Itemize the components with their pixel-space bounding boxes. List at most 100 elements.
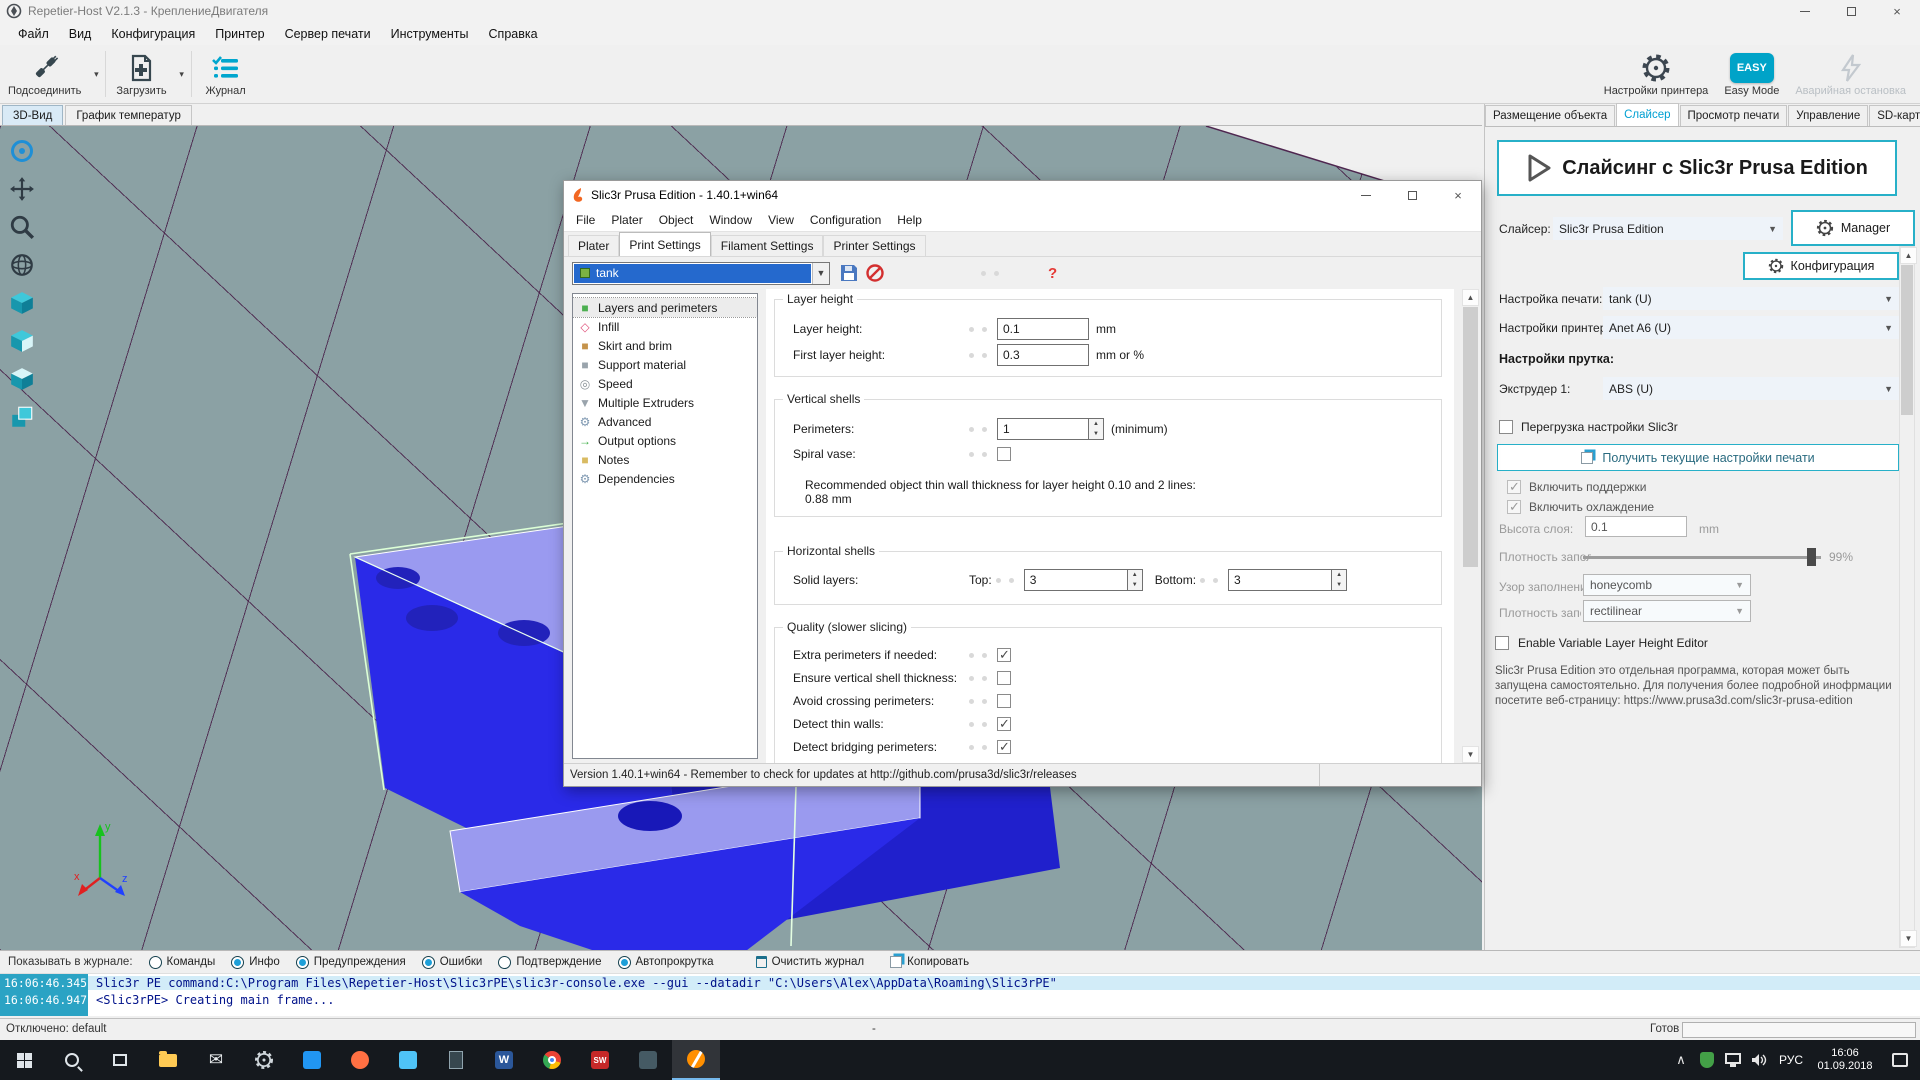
override-slic3r-checkbox[interactable] [1499,420,1513,434]
tab-print-preview[interactable]: Просмотр печати [1680,105,1788,126]
tree-item-extruders[interactable]: ▼Multiple Extruders [573,393,757,412]
dialog-tab-printer-settings[interactable]: Printer Settings [823,235,925,256]
task-view-button[interactable] [96,1040,144,1080]
top-view-button[interactable] [4,362,40,396]
antivirus-icon[interactable] [1694,1052,1720,1068]
dialog-minimize-button[interactable] [1343,184,1389,206]
connect-button[interactable]: Подсоединить [0,45,89,103]
scroll-down-icon[interactable]: ▼ [1462,746,1479,763]
fetch-print-settings-button[interactable]: Получить текущие настройки печати [1497,444,1899,471]
emergency-stop-button[interactable]: Аварийная остановка [1787,45,1914,103]
ensure-vertical-shell-checkbox[interactable] [997,671,1011,685]
tree-item-speed[interactable]: ◎Speed [573,374,757,393]
toggle-warnings[interactable]: Предупреждения [296,956,406,969]
tab-sd-card[interactable]: SD-карта [1869,105,1920,126]
scroll-down-icon[interactable]: ▼ [1900,930,1917,947]
enable-cooling-checkbox[interactable] [1507,500,1521,514]
dialog-tab-plater[interactable]: Plater [568,235,619,256]
solid-bottom-spinner[interactable]: ▲▼ [1332,569,1347,591]
dialog-tab-filament-settings[interactable]: Filament Settings [711,235,824,256]
dialog-menu-view[interactable]: View [760,213,802,227]
slicer-config-button[interactable]: Конфигурация [1743,252,1899,280]
dialog-menu-plater[interactable]: Plater [603,213,650,227]
zoom-button[interactable] [4,210,40,244]
menu-printer[interactable]: Принтер [205,22,274,45]
menu-file[interactable]: Файл [8,22,59,45]
detect-bridging-checkbox[interactable] [997,740,1011,754]
tray-expand-icon[interactable]: ∧ [1668,1052,1694,1068]
solid-bottom-field[interactable]: 3 [1228,569,1332,591]
infill-pattern-select[interactable]: honeycomb▼ [1583,574,1751,596]
tree-item-support[interactable]: ■Support material [573,355,757,374]
tree-item-output[interactable]: →Output options [573,431,757,450]
clock[interactable]: 16:06 01.09.2018 [1810,1047,1880,1073]
print-setting-select[interactable]: tank (U)▼ [1603,287,1899,310]
clear-log-button[interactable]: Очистить журнал [756,956,865,968]
log-console[interactable]: 16:06:46.345 Slic3r PE command:C:\Progra… [0,973,1920,1016]
center-model-button[interactable] [4,134,40,168]
menu-print-server[interactable]: Сервер печати [275,22,381,45]
file-explorer-button[interactable] [144,1040,192,1080]
scrollbar-thumb[interactable] [1463,307,1478,567]
menu-config[interactable]: Конфигурация [101,22,205,45]
toggle-errors[interactable]: Ошибки [422,956,483,969]
solidworks-button[interactable]: SW [576,1040,624,1080]
dialog-menu-help[interactable]: Help [889,213,930,227]
notification-center-icon[interactable] [1880,1053,1920,1067]
help-question-icon[interactable]: ? [1048,265,1057,282]
dialog-titlebar[interactable]: Slic3r Prusa Edition - 1.40.1+win64 × [564,181,1481,209]
dialog-menu-configuration[interactable]: Configuration [802,213,889,227]
solid-top-spinner[interactable]: ▲▼ [1128,569,1143,591]
move-view-button[interactable] [4,172,40,206]
tree-item-dependencies[interactable]: ⚙Dependencies [573,469,757,488]
first-layer-height-field[interactable]: 0.3 [997,344,1089,366]
tree-item-notes[interactable]: ■Notes [573,450,757,469]
settings-button[interactable] [240,1040,288,1080]
chrome-button[interactable] [528,1040,576,1080]
app-dark-button[interactable] [624,1040,672,1080]
load-dropdown[interactable]: ▾ [175,45,189,103]
app-lightblue-button[interactable] [384,1040,432,1080]
dialog-scrollbar[interactable]: ▲ ▼ [1462,289,1479,763]
preset-select[interactable]: tank ▼ [572,262,830,285]
object-list-button[interactable] [4,400,40,434]
load-button[interactable]: Загрузить [108,45,174,103]
search-button[interactable] [48,1040,96,1080]
printer-setting-select[interactable]: Anet A6 (U)▼ [1603,316,1899,339]
save-preset-icon[interactable] [840,264,858,282]
tree-item-advanced[interactable]: ⚙Advanced [573,412,757,431]
toggle-ack[interactable]: Подтверждение [498,956,601,969]
slicer-manager-button[interactable]: Manager [1791,210,1915,246]
toggle-info[interactable]: Инфо [231,956,279,969]
scroll-up-icon[interactable]: ▲ [1462,289,1479,306]
repetier-host-button[interactable] [672,1040,720,1080]
tab-object-placement[interactable]: Размещение объекта [1485,105,1615,126]
minimize-button[interactable] [1782,0,1828,22]
iso-view-button[interactable] [4,286,40,320]
front-view-button[interactable] [4,324,40,358]
extra-perimeters-checkbox[interactable] [997,648,1011,662]
infill-density-slider[interactable] [1583,556,1821,559]
tab-manual-control[interactable]: Управление [1788,105,1868,126]
slicer-select[interactable]: Slic3r Prusa Edition▼ [1553,217,1783,240]
network-icon[interactable] [1720,1056,1746,1064]
scrollbar-thumb[interactable] [1901,265,1913,415]
sidebar-scrollbar[interactable]: ▲ ▼ [1899,246,1915,948]
layer-height-input[interactable]: 0.1 [1585,516,1687,537]
dialog-menu-object[interactable]: Object [651,213,702,227]
easy-mode-button[interactable]: EASY Easy Mode [1716,45,1787,103]
spiral-vase-checkbox[interactable] [997,447,1011,461]
perimeters-spinner[interactable]: ▲▼ [1089,418,1104,440]
app-orange-button[interactable] [336,1040,384,1080]
tab-temp-graph[interactable]: График температур [65,105,192,125]
dialog-menu-file[interactable]: File [568,213,603,227]
maximize-button[interactable] [1828,0,1874,22]
perimeters-field[interactable]: 1 [997,418,1089,440]
language-indicator[interactable]: РУС [1772,1053,1810,1067]
menu-tools[interactable]: Инструменты [381,22,479,45]
scroll-up-icon[interactable]: ▲ [1900,247,1917,264]
dialog-tab-print-settings[interactable]: Print Settings [619,232,710,256]
close-button[interactable]: × [1874,0,1920,22]
start-button[interactable] [0,1040,48,1080]
enable-supports-checkbox[interactable] [1507,480,1521,494]
